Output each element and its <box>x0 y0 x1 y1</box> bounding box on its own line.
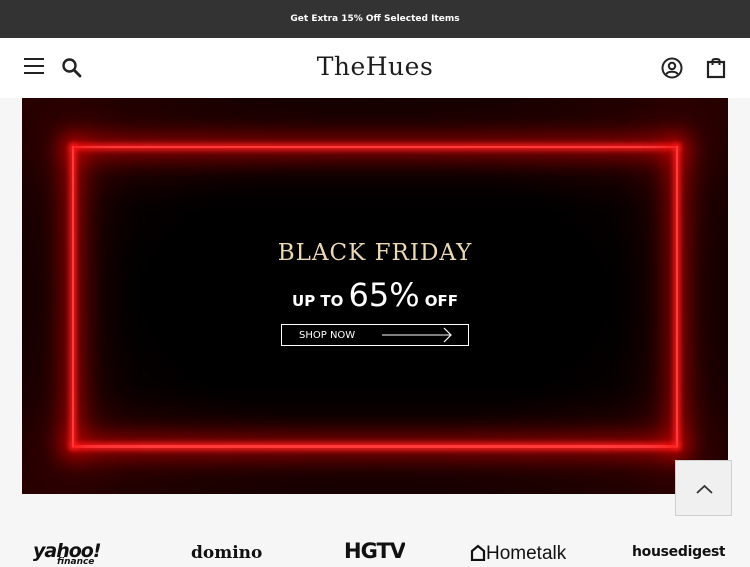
promo-text[interactable]: Get Extra 15% Off Selected Items <box>290 14 459 24</box>
hero-title: BLACK FRIDAY <box>277 240 473 266</box>
hero-sub-suffix: OFF <box>424 292 458 310</box>
back-to-top-button[interactable] <box>675 460 732 516</box>
hero-banner[interactable]: BLACK FRIDAY UP TO 65% OFF SHOP NOW <box>22 98 728 494</box>
hero-sub-prefix: UP TO <box>292 292 344 310</box>
press-logos: yahoo! finance domino HGTV Hometalk hous… <box>0 535 750 567</box>
chevron-up-icon <box>696 484 713 494</box>
arrow-right-icon <box>382 327 452 343</box>
shop-now-label: SHOP NOW <box>299 330 356 341</box>
account-icon[interactable] <box>660 56 684 80</box>
site-header: TheHues <box>0 38 750 98</box>
search-icon[interactable] <box>61 57 83 79</box>
hero-subtitle: UP TO 65% OFF <box>22 276 728 314</box>
shopping-bag-icon[interactable] <box>705 56 727 80</box>
promo-bar[interactable]: Get Extra 15% Off Selected Items <box>0 0 750 38</box>
neon-line-top <box>72 146 678 148</box>
hero-discount-value: 65% <box>348 276 420 314</box>
site-logo[interactable]: TheHues <box>0 52 750 81</box>
house-icon <box>470 544 486 562</box>
hometalk-text: Hometalk <box>486 543 567 564</box>
hamburger-menu-icon[interactable] <box>24 58 44 76</box>
shop-now-button[interactable]: SHOP NOW <box>281 324 469 346</box>
housedigest-logo: housedigest <box>632 544 726 560</box>
yahoo-finance-sub: finance <box>57 557 95 567</box>
hgtv-logo: HGTV <box>344 539 406 562</box>
neon-line-bottom <box>72 445 678 448</box>
